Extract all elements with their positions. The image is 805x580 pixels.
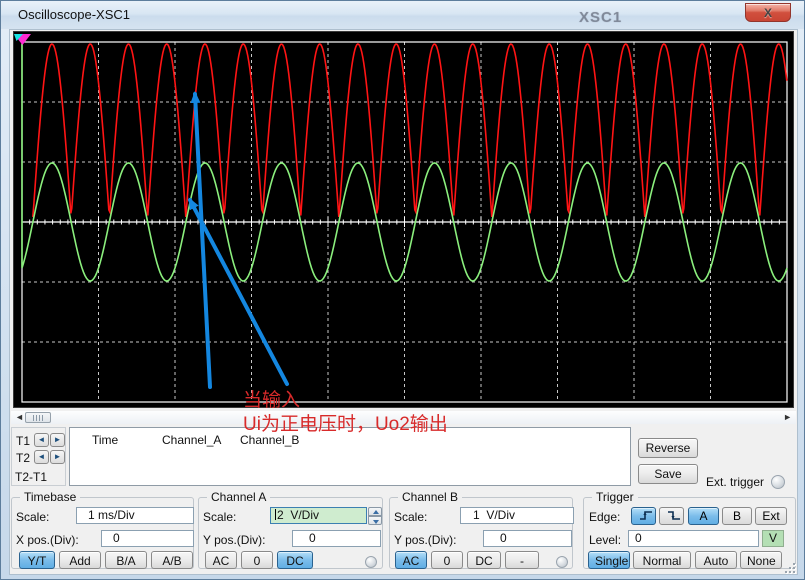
channel-b-scale-label: Scale:	[394, 510, 427, 524]
channel-b-ypos-label: Y pos.(Div):	[394, 533, 456, 547]
text-caret	[275, 509, 276, 520]
trigger-edge-label: Edge:	[589, 510, 620, 524]
channel-b-panel: Channel B Scale: 1 V/Div Y pos.(Div): 0 …	[389, 497, 573, 569]
channel-a-ypos-label: Y pos.(Div):	[203, 533, 265, 547]
scrollbar-thumb[interactable]	[25, 412, 51, 423]
ext-trigger-label: Ext. trigger	[706, 475, 764, 489]
channel-a-dc-button[interactable]: DC	[277, 551, 313, 569]
rising-edge-icon	[638, 509, 654, 521]
channel_a-trace	[33, 44, 787, 217]
t2-label: T2	[16, 451, 30, 465]
timebase-scale-field[interactable]: 1 ms/Div	[76, 507, 194, 524]
right-arrow-icon: ►	[54, 435, 62, 444]
trigger-mode-auto-button[interactable]: Auto	[695, 551, 737, 569]
trigger-level-field[interactable]: 0	[628, 530, 759, 547]
trigger-level-unit-select[interactable]: V	[762, 530, 784, 547]
scope-plot	[14, 32, 793, 407]
title-bar[interactable]: Oscilloscope-XSC1 XSC1 X	[1, 1, 804, 29]
cursor-box: T1 ◄ ► T2 ◄ ► T2-T1	[11, 427, 66, 486]
close-button[interactable]: X	[745, 3, 791, 22]
trigger-source-a-button[interactable]: A	[688, 507, 719, 525]
t2-right-button[interactable]: ►	[50, 450, 65, 464]
scroll-right-icon[interactable]: ►	[783, 411, 792, 424]
timebase-mode-ba-button[interactable]: B/A	[105, 551, 147, 569]
left-arrow-icon: ◄	[38, 452, 46, 461]
trigger-source-b-button[interactable]: B	[722, 507, 752, 525]
spinner-down-icon[interactable]	[368, 516, 382, 525]
channel-a-panel: Channel A Scale: 2 V/Div Y pos.(Div): 0 …	[198, 497, 383, 569]
timebase-xpos-field[interactable]: 0	[101, 530, 194, 547]
channel-b-title: Channel B	[398, 490, 462, 504]
annotation-note: 当输入 Ui为正电压时，Uo2输出	[243, 389, 448, 437]
t2-left-button[interactable]: ◄	[34, 450, 49, 464]
trigger-source-ext-button[interactable]: Ext	[755, 507, 787, 525]
spinner-up-icon[interactable]	[368, 507, 382, 516]
reverse-button[interactable]: Reverse	[638, 438, 698, 458]
channel-a-ac-button[interactable]: AC	[205, 551, 237, 569]
channel-b-terminal-icon	[556, 556, 568, 568]
rising-edge-button[interactable]	[631, 507, 656, 525]
right-arrow-icon: ►	[54, 452, 62, 461]
window-title: Oscilloscope-XSC1	[18, 7, 130, 22]
timebase-title: Timebase	[20, 490, 80, 504]
readout-header-time: Time	[92, 433, 118, 447]
left-arrow-icon: ◄	[38, 435, 46, 444]
timebase-panel: Timebase Scale: 1 ms/Div X pos.(Div): 0 …	[11, 497, 194, 569]
readout-header-channel-a: Channel_A	[162, 433, 221, 447]
channel-a-zero-button[interactable]: 0	[241, 551, 273, 569]
timebase-scale-label: Scale:	[16, 510, 49, 524]
ext-trigger-terminal-icon	[771, 475, 785, 489]
channel-a-ypos-field[interactable]: 0	[292, 530, 381, 547]
timebase-mode-ab-button[interactable]: A/B	[151, 551, 193, 569]
scope-display	[13, 31, 794, 408]
channel-b-ypos-field[interactable]: 0	[483, 530, 572, 547]
resize-grip-icon[interactable]	[784, 562, 797, 575]
close-icon: X	[764, 6, 772, 20]
timebase-mode-add-button[interactable]: Add	[59, 551, 101, 569]
t1-label: T1	[16, 434, 30, 448]
channel-a-title: Channel A	[207, 490, 270, 504]
t1-right-button[interactable]: ►	[50, 433, 65, 447]
falling-edge-button[interactable]	[659, 507, 684, 525]
t1-left-button[interactable]: ◄	[34, 433, 49, 447]
trigger-mode-single-button[interactable]: Single	[588, 551, 630, 569]
t2-t1-label: T2-T1	[15, 470, 47, 484]
channel-a-scale-spinner[interactable]	[368, 507, 382, 526]
channel-a-scale-label: Scale:	[203, 510, 236, 524]
channel-b-scale-field[interactable]: 1 V/Div	[460, 507, 574, 524]
channel-b-dc-button[interactable]: DC	[467, 551, 501, 569]
timebase-mode-yt-button[interactable]: Y/T	[19, 551, 55, 569]
falling-edge-icon	[666, 509, 682, 521]
scroll-left-icon[interactable]: ◄	[15, 411, 24, 424]
trigger-title: Trigger	[592, 490, 638, 504]
channel-a-scale-field[interactable]: 2 V/Div	[270, 507, 367, 524]
channel-b-ac-button[interactable]: AC	[395, 551, 427, 569]
channel-b-zero-button[interactable]: 0	[431, 551, 463, 569]
scrollbar-grip-icon	[33, 415, 43, 421]
trigger-panel: Trigger Edge: A B Ext Level: 0 V Single …	[583, 497, 796, 569]
save-button[interactable]: Save	[638, 464, 698, 484]
timebase-xpos-label: X pos.(Div):	[16, 533, 79, 547]
oscilloscope-window: Oscilloscope-XSC1 XSC1 X 当输入 Ui为正电压时，Uo2…	[0, 0, 805, 580]
schematic-watermark: XSC1	[579, 9, 622, 26]
trigger-mode-normal-button[interactable]: Normal	[633, 551, 691, 569]
trigger-mode-none-button[interactable]: None	[740, 551, 782, 569]
annotation-arrow	[195, 94, 210, 387]
note-line-1: 当输入	[243, 389, 448, 413]
trigger-level-label: Level:	[589, 533, 621, 547]
note-line-2: Ui为正电压时，Uo2输出	[243, 413, 448, 437]
channel-b-minus-button[interactable]: -	[505, 551, 539, 569]
channel-a-terminal-icon	[365, 556, 377, 568]
